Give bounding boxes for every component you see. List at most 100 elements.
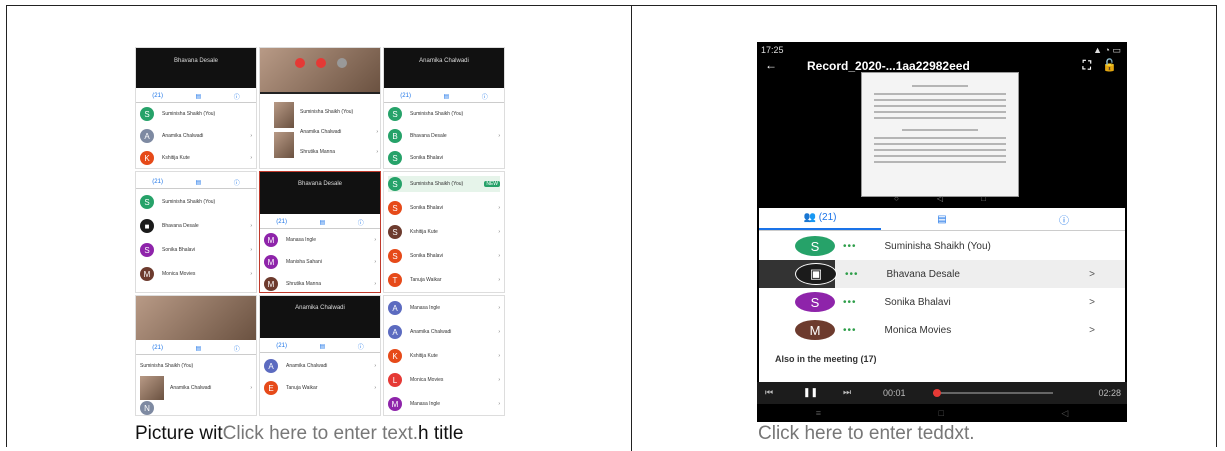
home-icon[interactable]: □ [938, 408, 943, 418]
avatar: ■ [140, 219, 154, 233]
video-thumbnail [140, 376, 164, 400]
chevron-right-icon: › [374, 281, 376, 287]
collage-tile-4: (21) ▤ ⓘ S Suminisha Shaikh (You) ■ Bhavana … [135, 171, 257, 293]
participant-row[interactable]: ▣ ••• Bhavana Desale > [759, 260, 1125, 288]
video-thumbnail [274, 102, 294, 128]
caption-placeholder[interactable]: Click here to enter text. [223, 423, 418, 444]
screenshot-collage: Bhavana Desale (21) ▤ ⓘ S Suminisha Shaikh … [135, 47, 505, 416]
info-icon: ⓘ [357, 344, 364, 351]
list-item: S Suminisha Shaikh (You) NEW [388, 176, 500, 192]
participant-name: Anamika Chalwadi [300, 129, 342, 135]
tile-tabs: (21) ▤ ⓘ [384, 90, 504, 103]
list-item: S Sonika Bhalavi › [388, 248, 500, 264]
participant-name: Kshitija Kute [162, 155, 190, 161]
tile-tabs: (21) ▤ ⓘ [136, 176, 256, 189]
back-icon[interactable]: ◁ [1061, 408, 1068, 419]
chevron-right-icon: › [250, 247, 252, 253]
chevron-right-icon: › [498, 205, 500, 211]
list-item: A Anamika Chalwadi › [140, 128, 252, 144]
doc-text-line [874, 161, 1006, 163]
next-icon[interactable]: ⏭ [843, 387, 851, 398]
avatar: K [388, 349, 402, 363]
participant-row[interactable]: S ••• Suminisha Shaikh (You) [759, 232, 1125, 260]
camera-icon [337, 58, 347, 68]
left-caption[interactable]: Picture witClick here to enter text.h ti… [135, 423, 463, 445]
avatar: S [388, 249, 402, 263]
list-item: Shrutika Manna › [300, 144, 378, 160]
chat-icon: ▤ [195, 179, 202, 186]
doc-text-line [874, 99, 1006, 101]
list-item: S Suminisha Shaikh (You) [140, 194, 252, 210]
list-item: S Sonika Bhalavi › [388, 200, 500, 216]
video-controls: ⏮ ❚❚ ⏭ 00:01 02:28 [757, 382, 1127, 404]
list-item: Anamika Chalwadi › [170, 380, 252, 396]
right-caption[interactable]: Click here to enter teddxt. [758, 423, 975, 445]
back-arrow-icon[interactable]: ← [765, 58, 777, 72]
participant-row[interactable]: M ••• Monica Movies > [759, 316, 1125, 344]
present-screen-icon: ▣ [809, 266, 823, 281]
seek-bar[interactable] [933, 392, 1053, 394]
android-nav-icons: ○ ◁ □ [894, 194, 986, 203]
seek-handle[interactable] [933, 389, 941, 397]
info-icon: ⓘ [233, 180, 240, 187]
chat-icon: ▤ [937, 213, 947, 225]
collage-tile-1: Bhavana Desale (21) ▤ ⓘ S Suminisha Shaikh … [135, 47, 257, 169]
tab-people[interactable]: 👥 (21) [759, 208, 881, 230]
participant-row[interactable]: S ••• Sonika Bhalavi > [759, 288, 1125, 316]
list-item: A Anamika Chalwadi › [264, 358, 376, 374]
list-item: A Anamika Chalwadi › [388, 324, 500, 340]
collage-tile-6: S Suminisha Shaikh (You) NEW S Sonika Bhala… [383, 171, 505, 293]
avatar: A [388, 301, 402, 315]
chevron-right-icon: › [374, 259, 376, 265]
participant-name: Shrutika Manna [300, 149, 336, 155]
tab-chat[interactable]: ▤ [881, 214, 1003, 225]
participant-name: Bhavana Desale [410, 133, 447, 139]
participant-name: Suminisha Shaikh (You) [162, 199, 216, 205]
chevron-right-icon: › [250, 133, 252, 139]
participant-name: Monica Movies [410, 377, 444, 383]
participant-name: Anamika Chalwadi [170, 385, 212, 391]
menu-icon[interactable]: ≡ [816, 408, 821, 418]
pause-icon[interactable]: ❚❚ [803, 387, 818, 398]
participant-name: Suminisha Shaikh (You) [162, 111, 216, 117]
avatar: M [264, 277, 278, 291]
tab-info[interactable]: ⓘ [1003, 212, 1125, 227]
participant-name: Suminisha Shaikh (You) [884, 240, 991, 252]
list-item: Anamika Chalwadi › [300, 124, 378, 140]
fullscreen-icon[interactable]: ⛶ [1083, 58, 1091, 73]
participant-name: Sonika Bhalavi [884, 296, 951, 308]
tile-tabs: (21) ▤ ⓘ [260, 216, 380, 229]
chevron-right-icon: › [374, 237, 376, 243]
participant-name: Shrutika Manna [286, 281, 322, 287]
list-item: A Manasa Ingle › [388, 300, 500, 316]
avatar: ▣ [795, 263, 837, 285]
also-in-meeting-label: Also in the meeting (17) [775, 354, 877, 364]
list-item: M Manasa Ingle › [388, 396, 500, 412]
doc-text-line [874, 105, 1006, 107]
chevron-right-icon: › [376, 149, 378, 155]
list-item: B Bhavana Desale › [388, 128, 500, 144]
info-icon: ⓘ [1059, 215, 1069, 227]
caption-text: Picture wit [135, 423, 223, 444]
participant-name: Kshitija Kute [410, 229, 438, 235]
chevron-right-icon: › [250, 385, 252, 391]
doc-text-line [874, 143, 1006, 145]
participant-name: Manasa Ingle [410, 305, 441, 311]
list-item: S Suminisha Shaikh (You) [388, 106, 500, 122]
people-icon: 👥 [803, 212, 816, 223]
avatar: S [388, 151, 402, 165]
list-item: T Tanuja Waikar › [388, 272, 500, 288]
avatar: M [140, 267, 154, 281]
avatar: N [140, 401, 154, 415]
avatar: L [388, 373, 402, 387]
previous-icon[interactable]: ⏮ [765, 387, 773, 398]
lock-icon[interactable]: 🔓 [1102, 58, 1117, 72]
list-item: E Tanuja Waikar › [264, 380, 376, 396]
list-item: S Sonika Bhalavi › [140, 242, 252, 258]
tile-header: Anamika Chalwadi [384, 48, 504, 88]
people-tab-label: (21) [152, 179, 163, 185]
panel-tabs: 👥 (21) ▤ ⓘ [759, 208, 1125, 231]
chevron-right-icon: › [498, 229, 500, 235]
participant-name: Anamika Chalwadi [286, 363, 328, 369]
avatar: S [388, 177, 402, 191]
